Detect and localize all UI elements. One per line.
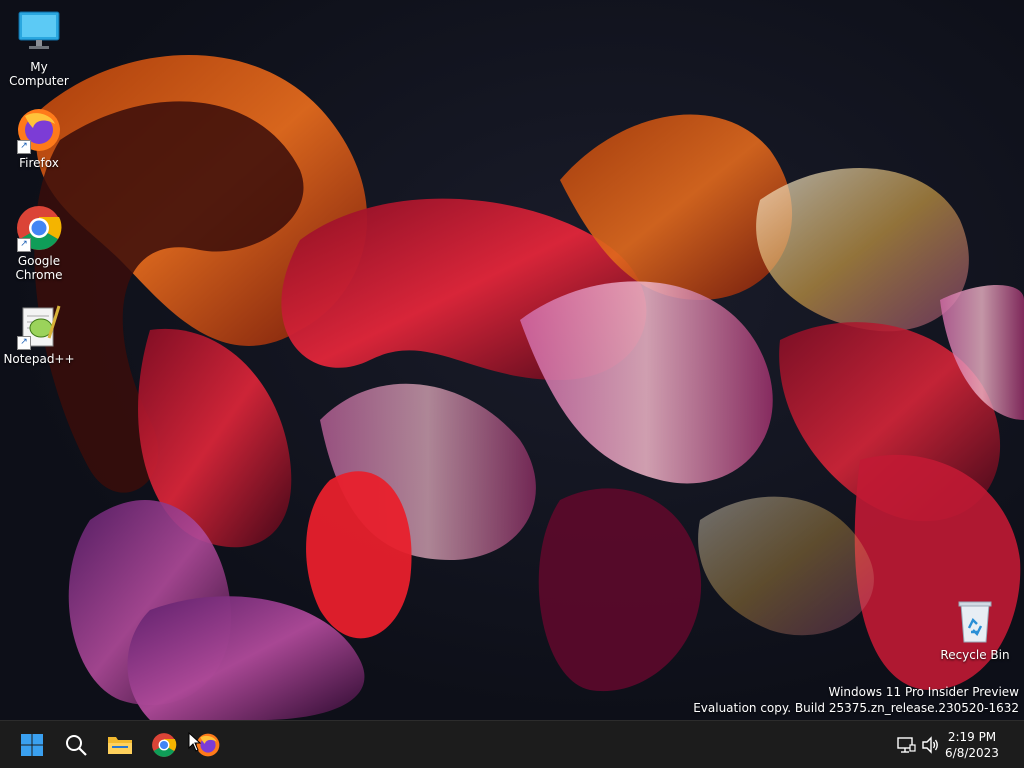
desktop-icon-label: Google Chrome	[15, 254, 63, 282]
desktop-icon-recycle-bin[interactable]: Recycle Bin	[937, 598, 1013, 662]
desktop[interactable]: My Computer ↗ Firefox ↗ Google Chrome ↗ …	[0, 0, 1024, 720]
desktop-icon-notepadpp[interactable]: ↗ Notepad++	[1, 302, 77, 366]
chrome-icon	[152, 733, 177, 757]
taskbar: 2:19 PM 6/8/2023	[0, 720, 1024, 768]
shortcut-arrow-icon: ↗	[17, 238, 31, 252]
start-button[interactable]	[12, 725, 52, 765]
chrome-taskbar-button[interactable]	[144, 725, 184, 765]
shortcut-arrow-icon: ↗	[17, 140, 31, 154]
file-explorer-button[interactable]	[100, 725, 140, 765]
wallpaper	[34, 55, 1024, 720]
folder-icon	[108, 737, 132, 754]
chrome-icon: ↗	[15, 204, 63, 252]
desktop-icon-label: Recycle Bin	[940, 648, 1010, 662]
evaluation-watermark: Windows 11 Pro Insider Preview Evaluatio…	[693, 684, 1019, 716]
desktop-icon-label: Notepad++	[3, 352, 75, 366]
recycle-bin-icon	[951, 598, 999, 646]
firefox-icon: ↗	[15, 106, 63, 154]
search-icon	[66, 735, 87, 756]
desktop-icon-my-computer[interactable]: My Computer	[1, 10, 77, 88]
clock-time: 2:19 PM	[947, 730, 997, 744]
notepadpp-icon: ↗	[15, 302, 63, 350]
mouse-cursor-icon	[188, 732, 202, 752]
desktop-icon-label: Firefox	[19, 156, 59, 170]
clock-date: 6/8/2023	[945, 746, 999, 760]
network-icon[interactable]	[896, 735, 916, 755]
watermark-edition: Windows 11 Pro Insider Preview	[828, 685, 1019, 699]
search-button[interactable]	[56, 725, 96, 765]
desktop-icon-chrome[interactable]: ↗ Google Chrome	[1, 204, 77, 282]
desktop-icon-firefox[interactable]: ↗ Firefox	[1, 106, 77, 170]
volume-icon[interactable]	[920, 735, 940, 755]
watermark-build: Evaluation copy. Build 25375.zn_release.…	[693, 701, 1019, 715]
monitor-icon	[15, 10, 63, 58]
shortcut-arrow-icon: ↗	[17, 336, 31, 350]
system-clock[interactable]: 2:19 PM 6/8/2023	[942, 729, 1002, 761]
windows-logo-icon	[21, 734, 43, 756]
desktop-icon-label: My Computer	[9, 60, 69, 88]
